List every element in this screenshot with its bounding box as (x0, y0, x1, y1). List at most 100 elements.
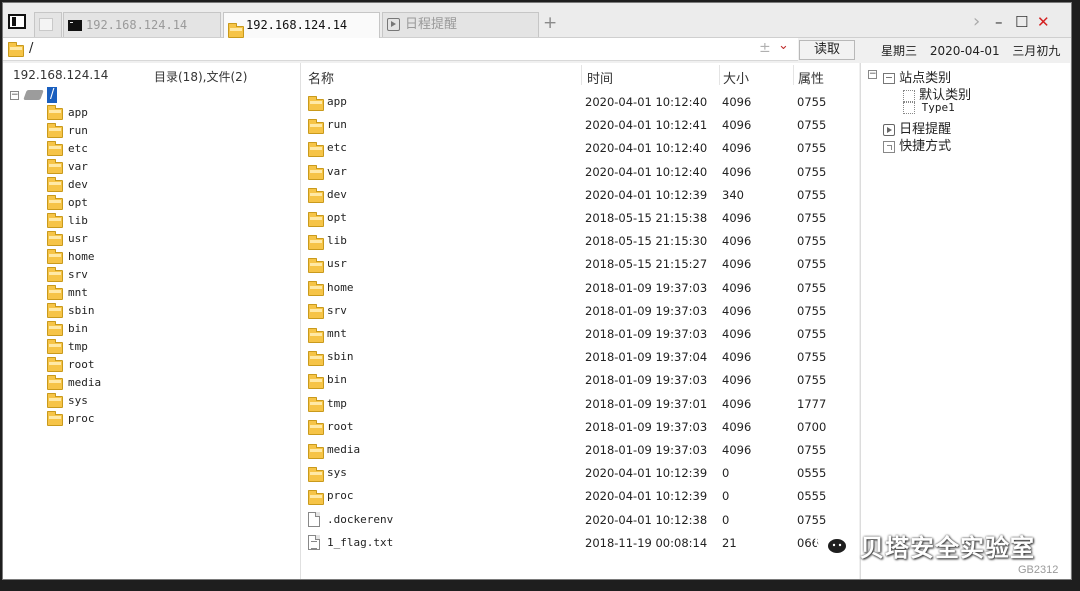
cell-attr: 0755 (797, 443, 827, 457)
cell-attr: 0755 (797, 234, 827, 249)
type1-item[interactable]: Type1 (903, 101, 955, 114)
folder-icon (47, 177, 63, 192)
tree-item-label: app (68, 106, 88, 119)
table-row[interactable]: home 2018-01-09 19:37:03 4096 0755 (301, 277, 859, 300)
cell-time: 2018-01-09 19:37:03 (585, 419, 708, 434)
add-tab-button[interactable]: + (543, 15, 557, 32)
table-row[interactable]: sys 2020-04-01 10:12:39 0 0555 (301, 462, 859, 485)
cell-attr: 0755 (797, 95, 827, 109)
table-row[interactable]: lib 2018-05-15 21:15:30 4096 0755 (301, 230, 859, 253)
chevron-down-icon[interactable]: ⌄ (778, 38, 789, 53)
tree-item-label: etc (68, 142, 88, 155)
column-header-size[interactable]: 大小 (723, 68, 749, 87)
shortcuts-item[interactable]: 快捷方式 (883, 135, 951, 154)
tree-host: 192.168.124.14 (13, 68, 109, 82)
table-row[interactable]: sbin 2018-01-09 19:37:04 4096 0755 (301, 346, 859, 369)
drive-icon (23, 90, 44, 100)
category-icon (903, 89, 915, 102)
cell-name: app (327, 95, 347, 108)
close-icon[interactable]: ✕ (1037, 13, 1050, 31)
cell-size: 4096 (722, 396, 752, 411)
tree-item-label: srv (68, 268, 88, 281)
cell-name: var (327, 164, 347, 178)
cell-time: 2020-04-01 10:12:41 (585, 118, 708, 133)
site-panel: − 站点类别 默认类别 Type1 日程提醒 快捷方式 (860, 63, 1070, 579)
cell-name: mnt (327, 327, 347, 340)
tab-blank[interactable] (34, 12, 62, 37)
cell-time: 2020-04-01 10:12:40 (585, 95, 708, 109)
cell-attr: 0755 (797, 187, 827, 202)
cell-time: 2020-04-01 10:12:38 (585, 512, 708, 527)
folder-icon (47, 393, 63, 408)
date: 2020-04-01 (929, 44, 1000, 58)
folder-icon (47, 411, 63, 426)
tree-item-label: sbin (68, 304, 95, 317)
folder-icon (47, 267, 63, 282)
tab-label: 192.168.124.14 (246, 18, 348, 32)
folder-icon (308, 141, 324, 157)
cell-attr: 0755 (797, 118, 827, 133)
cell-size: 0 (722, 512, 730, 527)
cell-name: sys (327, 466, 347, 480)
address-path-input[interactable]: / (29, 41, 33, 56)
cell-attr: 0755 (797, 327, 827, 341)
tree-item-label: proc (68, 412, 95, 425)
tab-schedule[interactable]: 日程提醒 (382, 12, 539, 37)
table-row[interactable]: etc 2020-04-01 10:12:40 4096 0755 (301, 137, 859, 160)
cell-name: run (327, 118, 347, 132)
table-row[interactable]: opt 2018-05-15 21:15:38 4096 0755 (301, 207, 859, 230)
address-bar[interactable]: / ± ⌄ (3, 38, 798, 61)
cell-attr: 0755 (797, 141, 827, 156)
table-row[interactable]: srv 2018-01-09 19:37:03 4096 0755 (301, 300, 859, 323)
table-row[interactable]: mnt 2018-01-09 19:37:03 4096 0755 (301, 323, 859, 346)
collapse-icon[interactable]: − (10, 91, 19, 100)
folder-icon (47, 195, 63, 210)
file-manager-window: 192.168.124.14 192.168.124.14 日程提醒 + › –… (2, 2, 1072, 580)
tree-item-label: mnt (68, 286, 88, 299)
tree-summary: 目录(18),文件(2) (154, 70, 248, 84)
tab-file-manager[interactable]: 192.168.124.14 (223, 12, 380, 38)
column-header-attr[interactable]: 属性 (798, 68, 824, 87)
table-row[interactable]: run 2020-04-01 10:12:41 4096 0755 (301, 114, 859, 137)
cell-attr: 0755 (797, 164, 827, 179)
tab-terminal[interactable]: 192.168.124.14 (63, 12, 221, 37)
folder-icon (308, 420, 324, 436)
cell-time: 2018-01-09 19:37:03 (585, 373, 708, 388)
table-row[interactable]: 1_flag.txt 2018-11-19 00:08:14 21 066 (301, 532, 859, 555)
folder-icon (47, 321, 63, 336)
table-row[interactable]: .dockerenv 2020-04-01 10:12:38 0 0755 (301, 509, 859, 532)
folder-icon (47, 141, 63, 156)
table-row[interactable]: root 2018-01-09 19:37:03 4096 0700 (301, 416, 859, 439)
cell-name: srv (327, 303, 347, 317)
collapse-icon[interactable]: − (868, 70, 877, 79)
pin-icon[interactable]: ± (759, 40, 771, 56)
table-row[interactable]: var 2020-04-01 10:12:40 4096 0755 (301, 161, 859, 184)
table-row[interactable]: usr 2018-05-15 21:15:27 4096 0755 (301, 253, 859, 276)
column-header-time[interactable]: 时间 (587, 68, 613, 87)
cell-time: 2018-01-09 19:37:03 (585, 303, 708, 318)
cell-name: .dockerenv (327, 512, 394, 526)
cell-time: 2020-04-01 10:12:40 (585, 164, 708, 179)
cell-name: usr (327, 257, 347, 271)
table-row[interactable]: tmp 2018-01-09 19:37:01 4096 1777 (301, 393, 859, 416)
tab-bar: 192.168.124.14 192.168.124.14 日程提醒 + › –… (3, 3, 1071, 38)
read-button[interactable]: 读取 (799, 40, 855, 60)
directory-tree: 192.168.124.14 目录(18),文件(2) − / app run et… (3, 63, 300, 579)
table-row[interactable]: bin 2018-01-09 19:37:03 4096 0755 (301, 369, 859, 392)
watermark-text: 贝塔安全实验室 (860, 534, 1035, 562)
minimize-icon[interactable]: – (995, 13, 1003, 31)
cell-name: 1_flag.txt (327, 535, 394, 549)
table-row[interactable]: app 2020-04-01 10:12:40 4096 0755 (301, 91, 859, 114)
cell-name: tmp (327, 396, 347, 410)
table-row[interactable]: media 2018-01-09 19:37:03 4096 0755 (301, 439, 859, 462)
column-header-name[interactable]: 名称 (308, 68, 334, 87)
root-label[interactable]: / (47, 87, 58, 103)
maximize-icon[interactable]: ☐ (1015, 13, 1028, 31)
table-row[interactable]: dev 2020-04-01 10:12:39 340 0755 (301, 184, 859, 207)
tab-scroll-right-icon[interactable]: › (973, 13, 980, 31)
sidebar-toggle-icon[interactable] (8, 14, 26, 29)
cell-size: 4096 (722, 280, 752, 295)
cell-name: root (327, 419, 354, 433)
table-row[interactable]: proc 2020-04-01 10:12:39 0 0555 (301, 485, 859, 508)
file-icon (308, 511, 320, 527)
